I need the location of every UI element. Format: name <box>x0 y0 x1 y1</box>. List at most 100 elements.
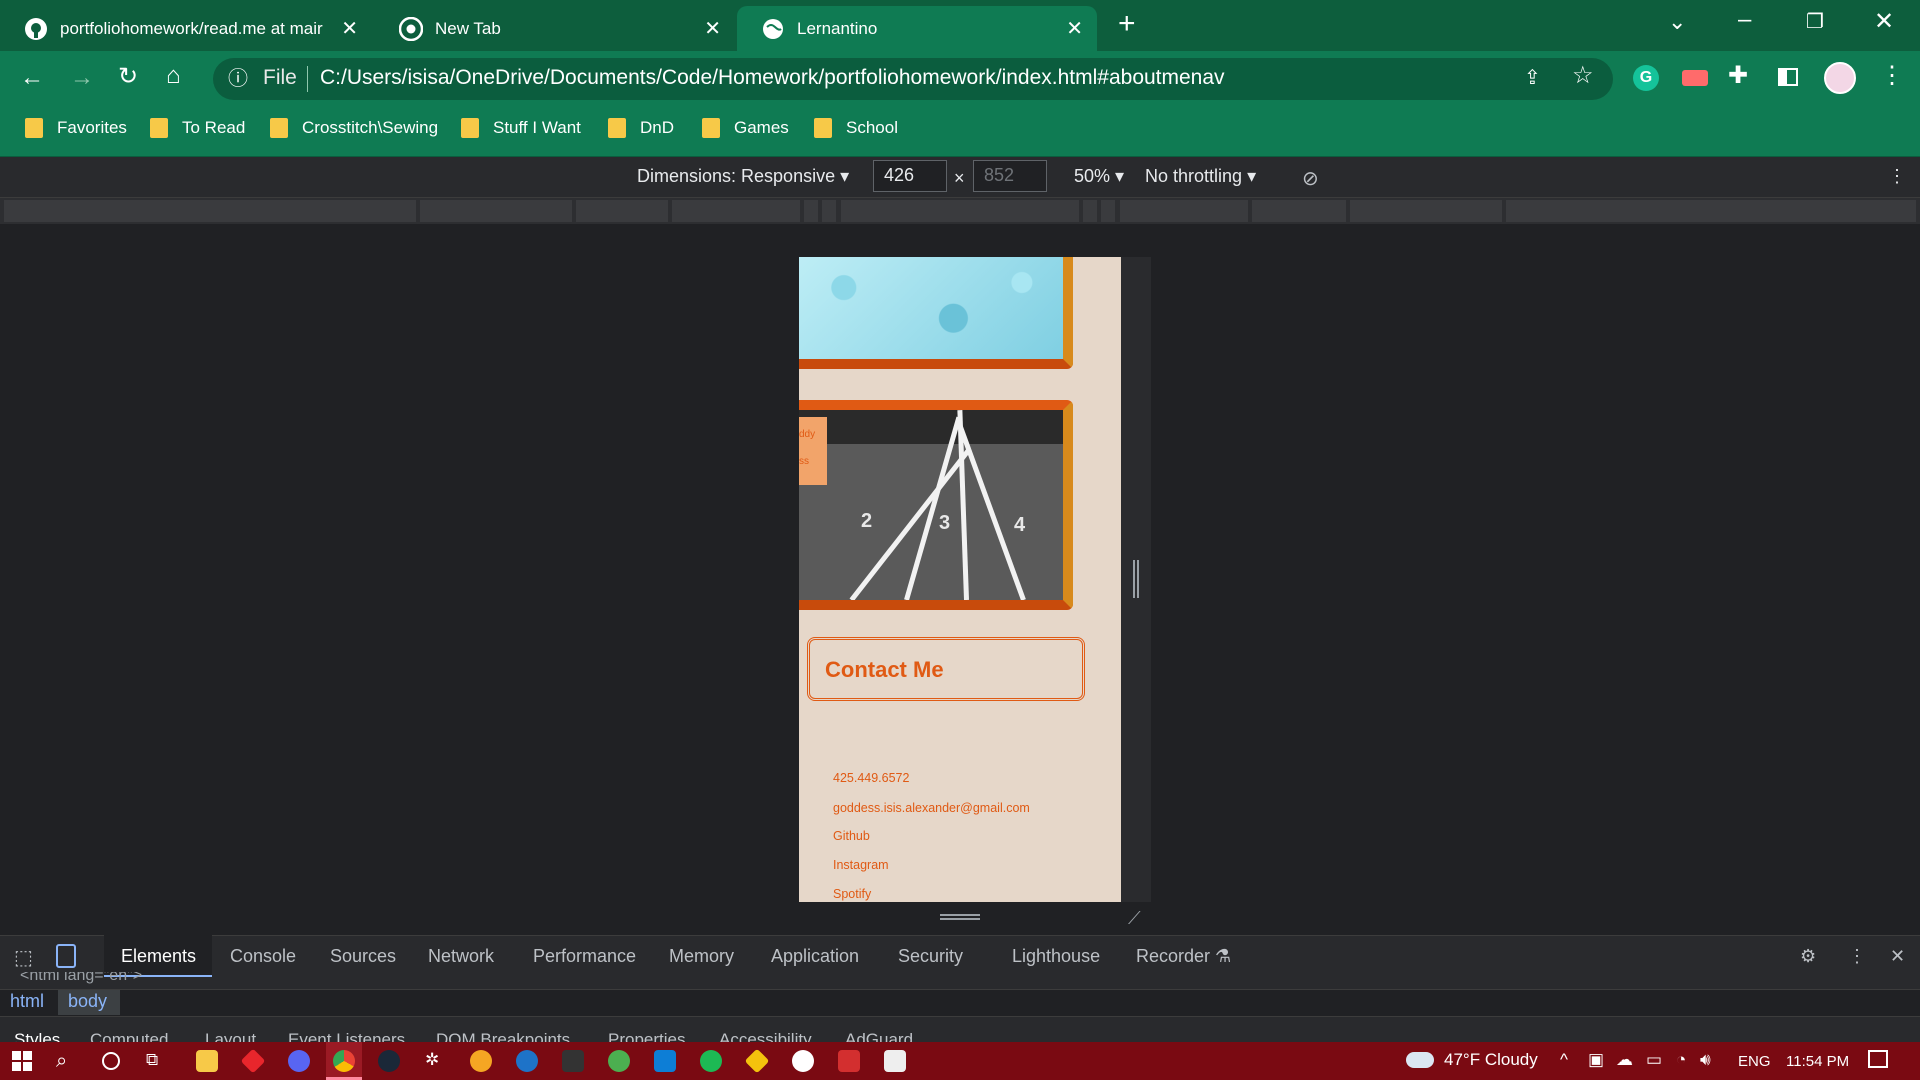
notification-icon[interactable] <box>1868 1050 1888 1068</box>
crumb-html[interactable]: html <box>10 991 44 1012</box>
menu-icon[interactable]: ⋮ <box>1880 64 1904 88</box>
resize-handle-right[interactable] <box>1133 560 1139 598</box>
media-segment[interactable] <box>804 200 818 222</box>
restore-button[interactable]: ❐ <box>1806 10 1824 34</box>
device-toggle-icon[interactable] <box>56 944 76 968</box>
subtab-event-listeners[interactable]: Event Listeners <box>288 1030 405 1042</box>
bookmark-favorites[interactable]: Favorites <box>25 118 127 138</box>
url-text[interactable]: C:/Users/isisa/OneDrive/Documents/Code/H… <box>320 66 1225 90</box>
tab-security[interactable]: Security <box>898 946 963 967</box>
rotate-icon[interactable]: ⊘ <box>1302 166 1319 191</box>
task-view-icon[interactable]: ⧉ <box>146 1050 158 1070</box>
side-panel-icon[interactable] <box>1778 68 1798 86</box>
chrome-taskbar-icon[interactable] <box>333 1050 355 1072</box>
tab-lighthouse[interactable]: Lighthouse <box>1012 946 1100 967</box>
subtab-accessibility[interactable]: Accessibility <box>719 1030 812 1042</box>
media-segment[interactable] <box>420 200 572 222</box>
tab-new-tab[interactable]: New Tab ✕ <box>375 6 735 51</box>
instagram-link[interactable]: Instagram <box>833 858 889 872</box>
tab-recorder[interactable]: Recorder ⚗ <box>1136 946 1231 967</box>
new-tab-button[interactable]: + <box>1118 9 1136 39</box>
search-icon[interactable]: ⌕ <box>56 1050 67 1073</box>
app-icon[interactable] <box>516 1050 538 1072</box>
phone-link[interactable]: 425.449.6572 <box>833 771 909 785</box>
back-icon[interactable]: ← <box>20 66 44 90</box>
app-icon[interactable] <box>884 1050 906 1072</box>
inspect-element-icon[interactable]: ⬚ <box>14 945 33 970</box>
throttling-dropdown[interactable]: No throttling ▾ <box>1145 166 1256 187</box>
media-segment[interactable] <box>1120 200 1248 222</box>
avatar[interactable] <box>1824 62 1856 94</box>
tab-sources[interactable]: Sources <box>330 946 396 967</box>
subtab-adguard[interactable]: AdGuard <box>845 1030 913 1042</box>
steam-icon[interactable] <box>378 1050 400 1072</box>
crumb-body[interactable]: body <box>68 991 107 1012</box>
language-indicator[interactable]: ENG <box>1738 1053 1771 1070</box>
width-input[interactable]: 426 <box>873 160 947 192</box>
bookmark-star-icon[interactable]: ☆ <box>1572 64 1594 88</box>
wifi-icon[interactable]: ◔ <box>1676 1050 1686 1070</box>
spotify-link[interactable]: Spotify <box>833 887 871 901</box>
reload-icon[interactable]: ↻ <box>118 65 138 89</box>
bookmark-games[interactable]: Games <box>702 118 789 138</box>
discord-icon[interactable] <box>288 1050 310 1072</box>
volume-icon[interactable]: 🔊︎ <box>1700 1050 1711 1070</box>
tab-application[interactable]: Application <box>771 946 859 967</box>
extension-icon[interactable] <box>1682 70 1708 86</box>
media-segment[interactable] <box>672 200 800 222</box>
home-icon[interactable]: ⌂ <box>166 64 181 88</box>
file-explorer-icon[interactable] <box>196 1050 218 1072</box>
tab-search-icon[interactable]: ⌄ <box>1668 10 1686 34</box>
app-icon[interactable] <box>470 1050 492 1072</box>
app-icon[interactable] <box>608 1050 630 1072</box>
close-devtools-icon[interactable]: ✕ <box>1890 946 1905 967</box>
cortana-icon[interactable] <box>102 1052 120 1070</box>
project-card-puzzle[interactable] <box>799 257 1073 369</box>
bookmark-crosstitch-sewing[interactable]: Crosstitch\Sewing <box>270 118 438 138</box>
dimensions-dropdown[interactable]: Dimensions: Responsive ▾ <box>637 166 849 187</box>
resize-handle-corner[interactable]: ⟋ <box>1128 908 1141 929</box>
height-input[interactable]: 852 <box>973 160 1047 192</box>
tray-chevron-icon[interactable]: ^ <box>1560 1050 1568 1070</box>
media-segment[interactable] <box>841 200 1079 222</box>
resize-handle-bottom[interactable] <box>940 914 980 920</box>
media-segment[interactable] <box>1101 200 1115 222</box>
subtab-dom-breakpoints[interactable]: DOM Breakpoints <box>436 1030 570 1042</box>
minimize-button[interactable]: – <box>1738 8 1751 32</box>
tab-github[interactable]: portfoliohomework/read.me at mair ✕ <box>0 6 372 51</box>
bookmark-dnd[interactable]: DnD <box>608 118 674 138</box>
forward-icon[interactable]: → <box>70 66 94 90</box>
app-icon[interactable] <box>562 1050 584 1072</box>
tray-icon[interactable]: ▣ <box>1588 1050 1604 1070</box>
media-segment[interactable] <box>1350 200 1502 222</box>
app-icon[interactable]: ✲ <box>425 1050 439 1070</box>
acrobat-icon[interactable] <box>838 1050 860 1072</box>
tab-performance[interactable]: Performance <box>533 946 636 967</box>
battery-icon[interactable]: ▭ <box>1646 1050 1662 1070</box>
devtools-more-icon[interactable]: ⋮ <box>1848 946 1866 967</box>
media-segment[interactable] <box>1506 200 1916 222</box>
subtab-layout[interactable]: Layout <box>205 1030 256 1042</box>
email-link[interactable]: goddess.isis.alexander@gmail.com <box>833 801 1030 815</box>
media-segment[interactable] <box>4 200 416 222</box>
grammarly-icon[interactable]: G <box>1633 65 1659 91</box>
subtab-properties[interactable]: Properties <box>608 1030 685 1042</box>
close-icon[interactable]: ✕ <box>704 16 721 41</box>
tab-network[interactable]: Network <box>428 946 494 967</box>
bookmark-to-read[interactable]: To Read <box>150 118 245 138</box>
spotify-icon[interactable] <box>700 1050 722 1072</box>
device-more-icon[interactable]: ⋮ <box>1888 166 1906 187</box>
onedrive-icon[interactable]: ☁ <box>1616 1050 1633 1070</box>
clock[interactable]: 11:54 PM <box>1786 1053 1849 1070</box>
puzzle-extensions-icon[interactable]: ✚ <box>1728 64 1748 88</box>
windows-start-icon[interactable] <box>12 1051 32 1071</box>
subtab-styles[interactable]: Styles <box>14 1030 60 1042</box>
media-segment[interactable] <box>1252 200 1346 222</box>
tab-lernantino[interactable]: Lernantino ✕ <box>737 6 1097 51</box>
share-icon[interactable]: ⇪ <box>1524 66 1541 90</box>
close-icon[interactable]: ✕ <box>1066 16 1083 41</box>
media-segment[interactable] <box>576 200 668 222</box>
settings-gear-icon[interactable]: ⚙ <box>1800 946 1816 967</box>
app-icon[interactable] <box>792 1050 814 1072</box>
close-window-button[interactable]: ✕ <box>1874 10 1894 34</box>
